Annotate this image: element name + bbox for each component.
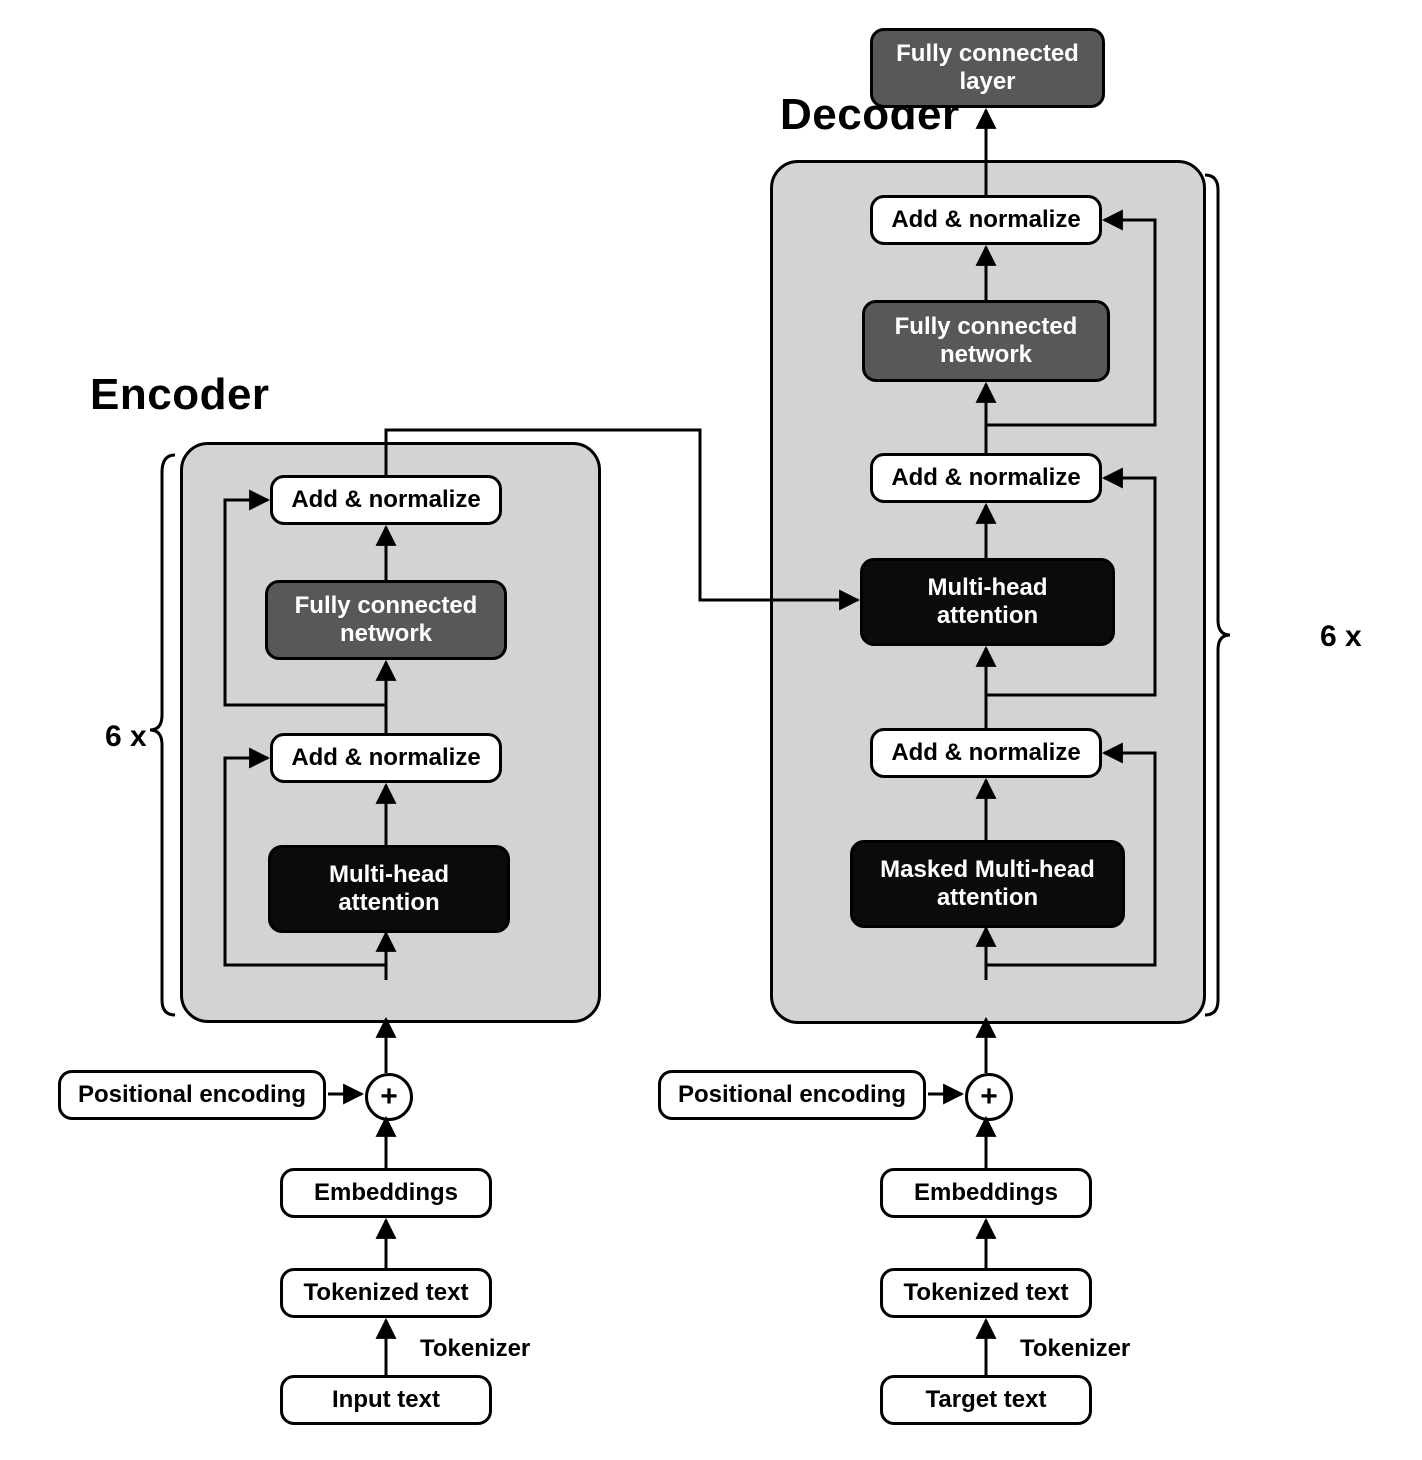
arrows-svg xyxy=(0,0,1422,1460)
diagram-canvas: Encoder Decoder 6 x 6 x Fully connectedl… xyxy=(0,0,1422,1460)
